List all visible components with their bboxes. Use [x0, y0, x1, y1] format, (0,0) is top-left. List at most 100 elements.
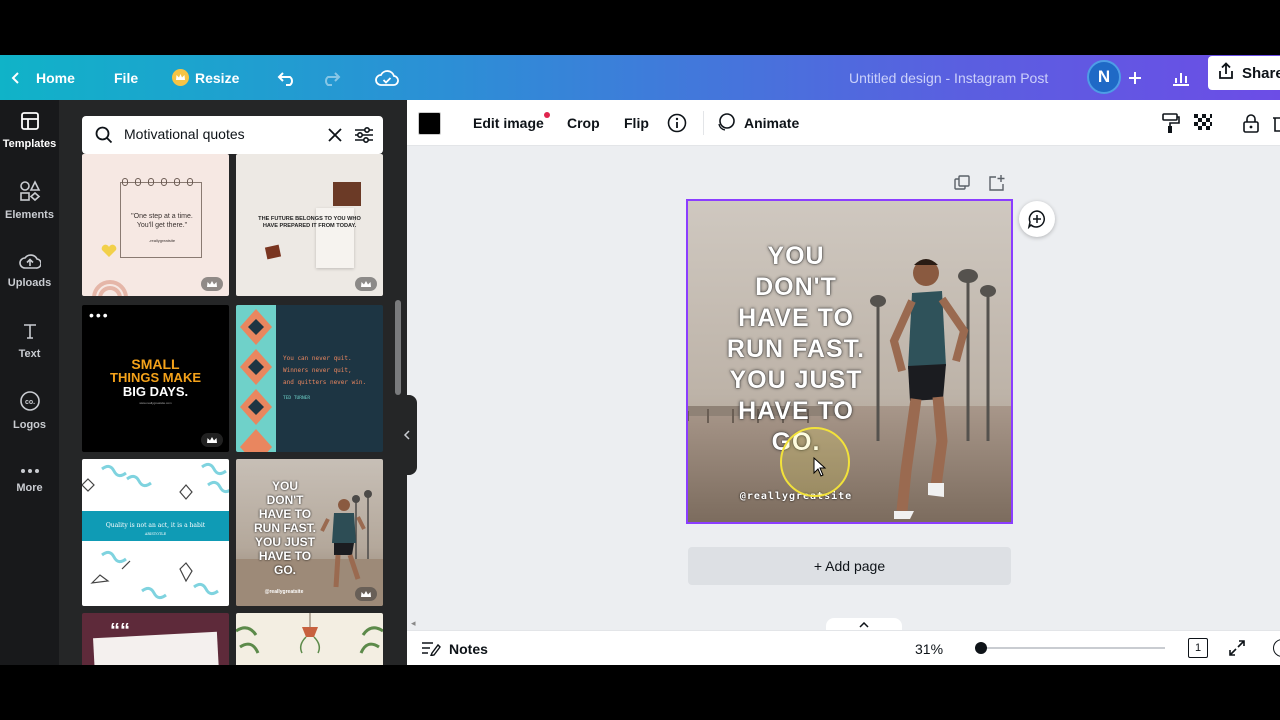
- rail-item-logos[interactable]: co. Logos: [0, 380, 59, 440]
- rail-label: Templates: [2, 137, 57, 150]
- design-canvas[interactable]: YOU DON'T HAVE TO RUN FAST. YOU JUST HAV…: [686, 199, 1013, 524]
- analytics-icon[interactable]: [1171, 55, 1191, 100]
- share-icon: [1218, 62, 1234, 84]
- filter-icon[interactable]: [354, 126, 374, 149]
- text-icon: [20, 321, 40, 344]
- template-card-run-fast[interactable]: YOU DON'T HAVE TO RUN FAST. YOU JUST HAV…: [236, 459, 383, 606]
- clear-search-icon[interactable]: [328, 128, 342, 147]
- cloud-saved-icon[interactable]: [375, 55, 399, 100]
- template-line: RUN FAST.: [253, 521, 316, 535]
- rail-item-templates[interactable]: Templates: [0, 100, 59, 160]
- design-quote-line: HAVE TO: [738, 397, 854, 425]
- quote-mark-icon: ““: [110, 620, 130, 642]
- chevron-up-icon: [859, 622, 869, 628]
- template-headline: THINGS MAKE: [110, 370, 201, 385]
- undo-icon[interactable]: [277, 55, 297, 100]
- template-quote-line: You'll get there.": [136, 222, 188, 229]
- file-menu-button[interactable]: File: [114, 55, 138, 100]
- add-collaborator-icon[interactable]: [1128, 55, 1142, 100]
- lock-icon[interactable]: [1242, 100, 1260, 146]
- bottom-bar: Notes 31% 1: [407, 630, 1280, 665]
- more-dots-icon: [19, 466, 41, 478]
- template-card-one-step[interactable]: "One step at a time. You'll get there." …: [82, 154, 229, 296]
- add-page-icon[interactable]: [988, 174, 1006, 197]
- edit-image-label: Edit image: [473, 115, 544, 131]
- more-options-icon[interactable]: •••: [89, 308, 110, 322]
- flip-button[interactable]: Flip: [624, 100, 649, 146]
- template-line: HAVE TO: [258, 549, 312, 563]
- template-search-box: [82, 116, 383, 154]
- resize-button[interactable]: Resize: [172, 55, 239, 100]
- template-card-quote-burgundy[interactable]: ““: [82, 613, 229, 665]
- info-icon[interactable]: [667, 100, 687, 146]
- delete-icon[interactable]: [1273, 100, 1280, 146]
- upload-cloud-icon: [18, 252, 42, 273]
- template-card-quality-habit[interactable]: Quality is not an act, it is a habit ARI…: [82, 459, 229, 606]
- design-quote-text[interactable]: YOU DON'T HAVE TO RUN FAST. YOU JUST HAV…: [698, 241, 894, 458]
- context-toolbar: Edit image Crop Flip Animate: [407, 100, 1280, 146]
- crown-icon: [172, 69, 189, 86]
- template-card-future-belongs[interactable]: THE FUTURE BELONGS TO YOU WHO HAVE PREPA…: [236, 154, 383, 296]
- animate-icon: [716, 112, 736, 135]
- plant-decoration: [236, 613, 383, 654]
- template-card-plants[interactable]: [236, 613, 383, 665]
- template-handle: @reallygreatsite: [264, 589, 304, 595]
- paint-roller-icon[interactable]: [1161, 100, 1181, 146]
- zoom-slider-handle[interactable]: [975, 642, 987, 654]
- fullscreen-icon[interactable]: [1228, 639, 1246, 662]
- color-swatch: [418, 111, 441, 135]
- zoom-slider[interactable]: [975, 642, 1165, 654]
- duplicate-page-icon[interactable]: [954, 175, 970, 196]
- templates-icon: [20, 111, 40, 134]
- rail-item-uploads[interactable]: Uploads: [0, 240, 59, 300]
- svg-text:co.: co.: [24, 399, 34, 406]
- document-title[interactable]: Untitled design - Instagram Post: [849, 55, 1048, 100]
- rail-item-elements[interactable]: Elements: [0, 170, 59, 230]
- template-author: ARISTOTLE: [144, 532, 167, 536]
- home-button[interactable]: Home: [36, 55, 75, 100]
- design-quote-line: DON'T: [755, 273, 837, 301]
- panel-scrollbar[interactable]: [395, 300, 401, 395]
- fill-color-button[interactable]: [418, 100, 441, 146]
- page-count-button[interactable]: 1: [1188, 638, 1208, 658]
- left-rail: Templates Elements Uploads Text co. Logo…: [0, 100, 59, 665]
- top-bar: Home File Resize Untitled design - Insta…: [0, 55, 1280, 100]
- back-chevron-icon[interactable]: [10, 55, 22, 100]
- template-line: GO.: [273, 563, 296, 577]
- add-page-button[interactable]: + Add page: [688, 547, 1011, 585]
- crop-button[interactable]: Crop: [567, 100, 600, 146]
- share-label: Share: [1242, 64, 1280, 82]
- design-handle-text[interactable]: @reallygreatsite: [698, 491, 894, 502]
- premium-crown-icon: [201, 433, 223, 447]
- design-quote-line: HAVE TO: [738, 304, 854, 332]
- scroll-left-arrow[interactable]: ◂: [411, 618, 416, 629]
- animate-button[interactable]: Animate: [716, 100, 799, 146]
- template-card-never-quit[interactable]: You can never quit. Winners never quit, …: [236, 305, 383, 452]
- diamond-pattern-decoration: [236, 305, 276, 452]
- avatar[interactable]: N: [1087, 60, 1121, 94]
- notes-button[interactable]: Notes: [449, 641, 488, 657]
- collapse-panel-button[interactable]: [401, 395, 417, 475]
- rail-item-text[interactable]: Text: [0, 310, 59, 370]
- help-icon[interactable]: [1273, 639, 1280, 657]
- template-quote-line: THE FUTURE BELONGS TO YOU WHO: [258, 216, 361, 222]
- template-quote-line: "One step at a time.: [131, 213, 193, 220]
- share-button[interactable]: Share: [1208, 56, 1280, 90]
- edit-image-button[interactable]: Edit image: [473, 100, 550, 146]
- premium-crown-icon: [355, 587, 377, 601]
- notes-icon[interactable]: [421, 640, 441, 661]
- transparency-icon[interactable]: [1193, 100, 1213, 146]
- canva-editor: Home File Resize Untitled design - Insta…: [0, 55, 1280, 665]
- design-quote-line: YOU JUST: [729, 366, 863, 394]
- search-input[interactable]: [124, 126, 324, 142]
- redo-icon[interactable]: [321, 55, 341, 100]
- template-quote-line: Quality is not an act, it is a habit: [105, 522, 206, 529]
- rail-label: Logos: [13, 418, 46, 431]
- add-comment-icon[interactable]: [1019, 201, 1055, 237]
- rail-item-more[interactable]: More: [0, 450, 59, 510]
- template-author: -reallygreatsite: [148, 238, 176, 243]
- template-card-small-things[interactable]: ••• SMALL THINGS MAKE BIG DAYS. www.real…: [82, 305, 229, 452]
- rail-label: Uploads: [7, 276, 52, 289]
- rail-label: Text: [18, 347, 41, 360]
- zoom-level[interactable]: 31%: [915, 641, 943, 657]
